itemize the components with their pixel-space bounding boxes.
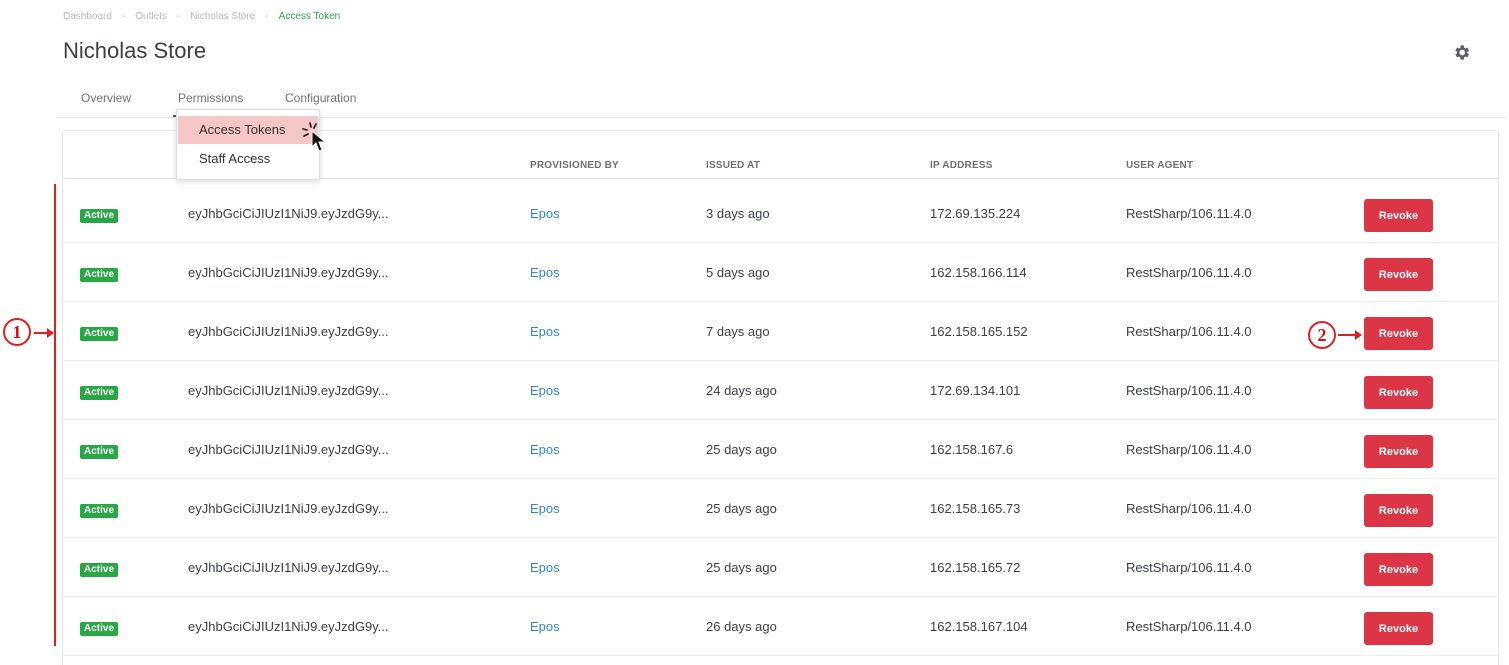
user-agent-cell: RestSharp/106.11.4.0: [1126, 501, 1252, 516]
issued-at-cell: 5 days ago: [706, 265, 770, 280]
tab-configuration[interactable]: Configuration: [285, 91, 356, 105]
revoke-button[interactable]: Revoke: [1364, 258, 1433, 291]
hand-cursor-icon: [302, 122, 327, 152]
revoke-button[interactable]: Revoke: [1364, 199, 1433, 232]
user-agent-cell: RestSharp/106.11.4.0: [1126, 206, 1252, 221]
table-row: Active eyJhbGciCiJIUzI1NiJ9.eyJzdG9y... Ep…: [62, 538, 1499, 597]
breadcrumb-dashboard[interactable]: Dashboard: [63, 11, 112, 22]
token-cell: eyJhbGciCiJIUzI1NiJ9.eyJzdG9y...: [188, 206, 389, 221]
revoke-button[interactable]: Revoke: [1364, 376, 1433, 409]
revoke-button[interactable]: Revoke: [1364, 494, 1433, 527]
ip-address-cell: 172.69.134.101: [930, 383, 1021, 398]
revoke-button[interactable]: Revoke: [1364, 553, 1433, 586]
table-row: Active eyJhbGciCiJIUzI1NiJ9.eyJzdG9y... Ep…: [62, 597, 1499, 656]
token-cell: eyJhbGciCiJIUzI1NiJ9.eyJzdG9y...: [188, 560, 389, 575]
user-agent-cell: RestSharp/106.11.4.0: [1126, 619, 1252, 634]
provisioned-by-link[interactable]: Epos: [530, 501, 560, 516]
issued-at-cell: 7 days ago: [706, 324, 770, 339]
table-row: Active eyJhbGciCiJIUzI1NiJ9.eyJzdG9y... Ep…: [62, 184, 1499, 243]
breadcrumb-current: Access Token: [278, 11, 341, 22]
ip-address-cell: 162.158.165.72: [930, 560, 1021, 575]
ip-address-cell: 162.158.165.152: [930, 324, 1028, 339]
status-badge: Active: [80, 445, 119, 459]
table-row: Active eyJhbGciCiJIUzI1NiJ9.eyJzdG9y... Ep…: [62, 302, 1499, 361]
header-user-agent[interactable]: USER AGENT: [1126, 160, 1193, 171]
user-agent-cell: RestSharp/106.11.4.0: [1126, 383, 1252, 398]
provisioned-by-link[interactable]: Epos: [530, 383, 560, 398]
revoke-button[interactable]: Revoke: [1364, 612, 1433, 645]
revoke-button[interactable]: Revoke: [1364, 317, 1433, 350]
ip-address-cell: 172.69.135.224: [930, 206, 1021, 221]
token-cell: eyJhbGciCiJIUzI1NiJ9.eyJzdG9y...: [188, 265, 389, 280]
tab-overview[interactable]: Overview: [81, 91, 131, 105]
issued-at-cell: 25 days ago: [706, 560, 777, 575]
provisioned-by-link[interactable]: Epos: [530, 560, 560, 575]
header-issued-at[interactable]: ISSUED AT: [706, 160, 760, 171]
issued-at-cell: 25 days ago: [706, 501, 777, 516]
provisioned-by-link[interactable]: Epos: [530, 619, 560, 634]
user-agent-cell: RestSharp/106.11.4.0: [1126, 560, 1252, 575]
ip-address-cell: 162.158.167.6: [930, 442, 1014, 457]
status-badge: Active: [80, 268, 119, 282]
provisioned-by-link[interactable]: Epos: [530, 442, 560, 457]
table-row: Active eyJhbGciCiJIUzI1NiJ9.eyJzdG9y... Ep…: [62, 361, 1499, 420]
user-agent-cell: RestSharp/106.11.4.0: [1126, 265, 1252, 280]
status-badge: Active: [80, 504, 119, 518]
issued-at-cell: 25 days ago: [706, 442, 777, 457]
token-cell: eyJhbGciCiJIUzI1NiJ9.eyJzdG9y...: [188, 324, 389, 339]
status-badge: Active: [80, 327, 119, 341]
header-provisioned-by[interactable]: PROVISIONED BY: [530, 160, 619, 171]
issued-at-cell: 3 days ago: [706, 206, 770, 221]
annotation-arrowhead-1: [47, 328, 54, 338]
tab-permissions[interactable]: Permissions: [178, 91, 243, 105]
status-badge: Active: [80, 622, 119, 636]
breadcrumb-outlets[interactable]: Outlets: [135, 11, 167, 22]
ip-address-cell: 162.158.166.114: [930, 265, 1027, 280]
provisioned-by-link[interactable]: Epos: [530, 265, 560, 280]
menu-item-staff-access[interactable]: Staff Access: [178, 145, 318, 173]
table-row: Active eyJhbGciCiJIUzI1NiJ9.eyJzdG9y... Ep…: [62, 243, 1499, 302]
annotation-arrow-2: [1338, 334, 1356, 336]
breadcrumb-store[interactable]: Nicholas Store: [190, 11, 255, 22]
status-badge: Active: [80, 386, 119, 400]
user-agent-cell: RestSharp/106.11.4.0: [1126, 442, 1252, 457]
gear-icon[interactable]: [1452, 43, 1471, 62]
menu-item-access-tokens[interactable]: Access Tokens: [178, 116, 318, 144]
table-row: Active eyJhbGciCiJIUzI1NiJ9.eyJzdG9y... Ep…: [62, 420, 1499, 479]
issued-at-cell: 24 days ago: [706, 383, 777, 398]
provisioned-by-link[interactable]: Epos: [530, 324, 560, 339]
annotation-marker-1: 1: [3, 318, 31, 346]
permissions-dropdown: Access Tokens Staff Access: [176, 109, 320, 180]
header-ip-address[interactable]: IP ADDRESS: [930, 160, 993, 171]
token-cell: eyJhbGciCiJIUzI1NiJ9.eyJzdG9y...: [188, 442, 389, 457]
issued-at-cell: 26 days ago: [706, 619, 777, 634]
user-agent-cell: RestSharp/106.11.4.0: [1126, 324, 1252, 339]
annotation-marker-2: 2: [1308, 321, 1336, 349]
token-cell: eyJhbGciCiJIUzI1NiJ9.eyJzdG9y...: [188, 619, 389, 634]
token-cell: eyJhbGciCiJIUzI1NiJ9.eyJzdG9y...: [188, 501, 389, 516]
revoke-button[interactable]: Revoke: [1364, 435, 1433, 468]
page-title: Nicholas Store: [63, 38, 207, 63]
status-badge: Active: [80, 563, 119, 577]
table-row: Active eyJhbGciCiJIUzI1NiJ9.eyJzdG9y... Ep…: [62, 479, 1499, 538]
status-badge: Active: [80, 209, 119, 223]
annotation-arrowhead-2: [1355, 330, 1362, 340]
token-cell: eyJhbGciCiJIUzI1NiJ9.eyJzdG9y...: [188, 383, 389, 398]
annotation-bracket-line: [54, 184, 56, 646]
provisioned-by-link[interactable]: Epos: [530, 206, 560, 221]
ip-address-cell: 162.158.165.73: [930, 501, 1021, 516]
annotation-arrow-1: [34, 332, 48, 334]
ip-address-cell: 162.158.167.104: [930, 619, 1028, 634]
breadcrumb: Dashboard - Outlets - Nicholas Store - Access …: [63, 11, 341, 22]
